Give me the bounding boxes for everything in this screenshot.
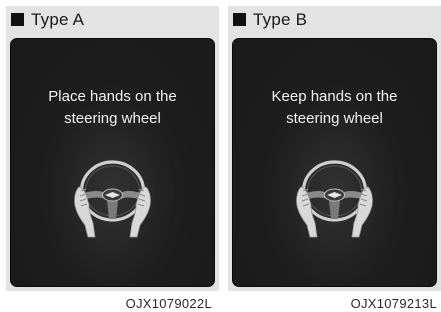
- type-b-display-screen: Keep hands on the steering wheel: [232, 38, 437, 287]
- hands-on-steering-wheel-icon: [74, 160, 151, 238]
- square-bullet-icon: [233, 13, 246, 26]
- square-bullet-icon: [11, 13, 24, 26]
- type-b-header: Type B: [228, 6, 441, 33]
- hands-on-steering-wheel-icon: [296, 160, 373, 238]
- type-a-label: Type A: [31, 9, 85, 29]
- type-a-message: Place hands on the steering wheel: [48, 88, 177, 127]
- type-a-header: Type A: [6, 6, 219, 33]
- type-b-label: Type B: [253, 9, 308, 29]
- type-b-message: Keep hands on the steering wheel: [271, 88, 398, 127]
- type-a-figure-code: OJX1079022L: [125, 296, 212, 311]
- type-a-display-screen: Place hands on the steering wheel: [10, 38, 215, 287]
- type-a-panel: Type A Place hands on the steering wheel: [6, 6, 219, 291]
- type-b-figure-code: OJX1079213L: [350, 296, 437, 311]
- type-b-panel: Type B Keep hands on the steering wheel: [228, 6, 441, 291]
